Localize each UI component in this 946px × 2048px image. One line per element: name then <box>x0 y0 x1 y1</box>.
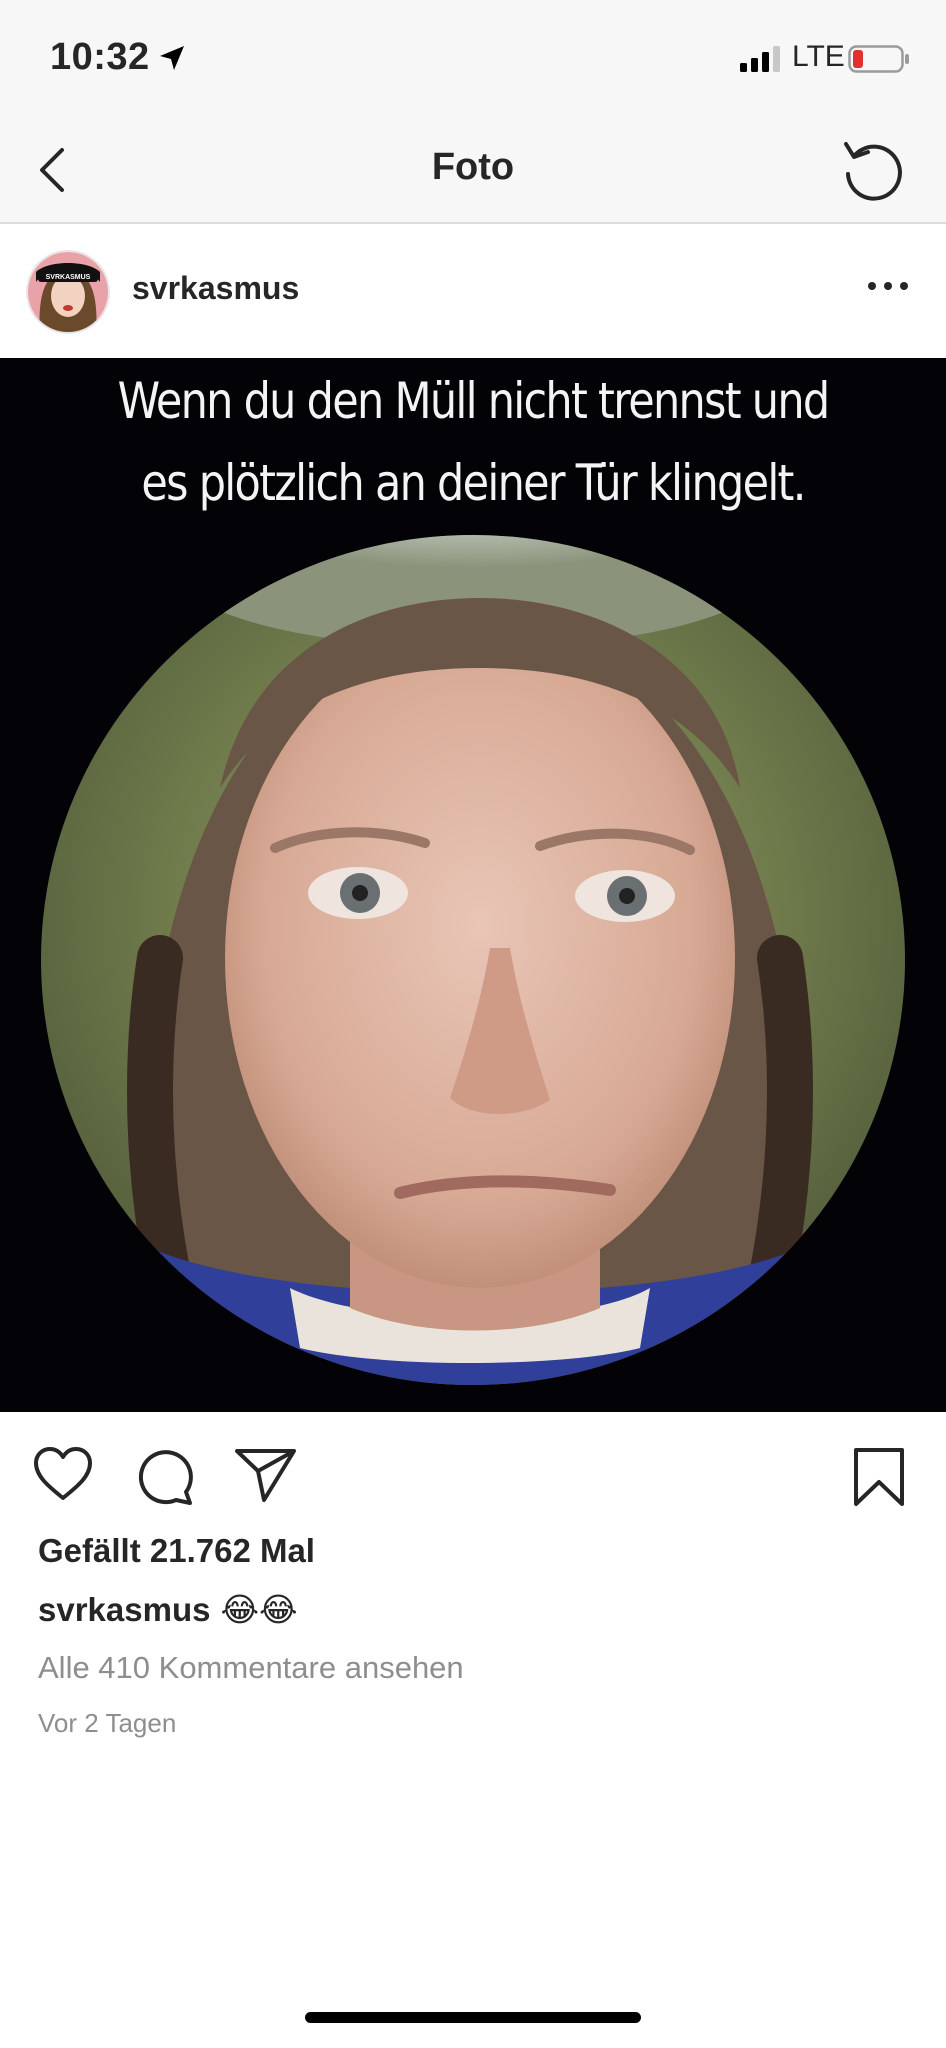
status-bar: 10:32 LTE <box>0 0 946 118</box>
avatar-image: SVRKASMUS <box>28 252 108 332</box>
svg-text:SVRKASMUS: SVRKASMUS <box>46 274 91 281</box>
page-title: Foto <box>431 146 515 188</box>
caption-username[interactable]: svrkasmus <box>38 1591 210 1628</box>
home-indicator[interactable] <box>305 2012 641 2023</box>
post-timestamp: Vor 2 Tagen <box>38 1708 177 1738</box>
nav-bar: Foto <box>0 118 946 224</box>
post-username[interactable]: svrkasmus <box>132 270 299 307</box>
comment-icon[interactable] <box>136 1448 196 1506</box>
battery-low-icon <box>848 45 909 73</box>
portrait-photo <box>41 535 905 1385</box>
location-arrow-icon <box>160 46 184 70</box>
view-comments-link[interactable]: Alle 410 Kommentare ansehen <box>38 1650 464 1686</box>
likes-count[interactable]: Gefällt 21.762 Mal <box>38 1532 315 1570</box>
more-horizontal-icon[interactable] <box>866 278 910 294</box>
bookmark-icon[interactable] <box>852 1446 906 1508</box>
status-time: 10:32 <box>50 36 150 78</box>
post-image[interactable]: Wenn du den Müll nicht trennst und es pl… <box>0 358 946 1412</box>
avatar[interactable]: SVRKASMUS <box>26 250 110 334</box>
post-header: SVRKASMUS svrkasmus <box>0 224 946 358</box>
refresh-icon[interactable] <box>836 132 912 208</box>
heart-icon[interactable] <box>32 1446 94 1502</box>
post-actions <box>0 1412 946 1532</box>
signal-bars-icon <box>740 46 780 72</box>
network-type: LTE <box>792 40 845 73</box>
post-caption: svrkasmus 😂😂 <box>38 1590 298 1629</box>
share-icon[interactable] <box>234 1446 298 1504</box>
image-caption-line: es plötzlich an deiner Tür klingelt. <box>141 454 806 512</box>
caption-text: 😂😂 <box>220 1590 298 1629</box>
image-caption-line: Wenn du den Müll nicht trennst und <box>117 372 831 430</box>
image-caption-text: Wenn du den Müll nicht trennst und es pl… <box>66 360 880 524</box>
